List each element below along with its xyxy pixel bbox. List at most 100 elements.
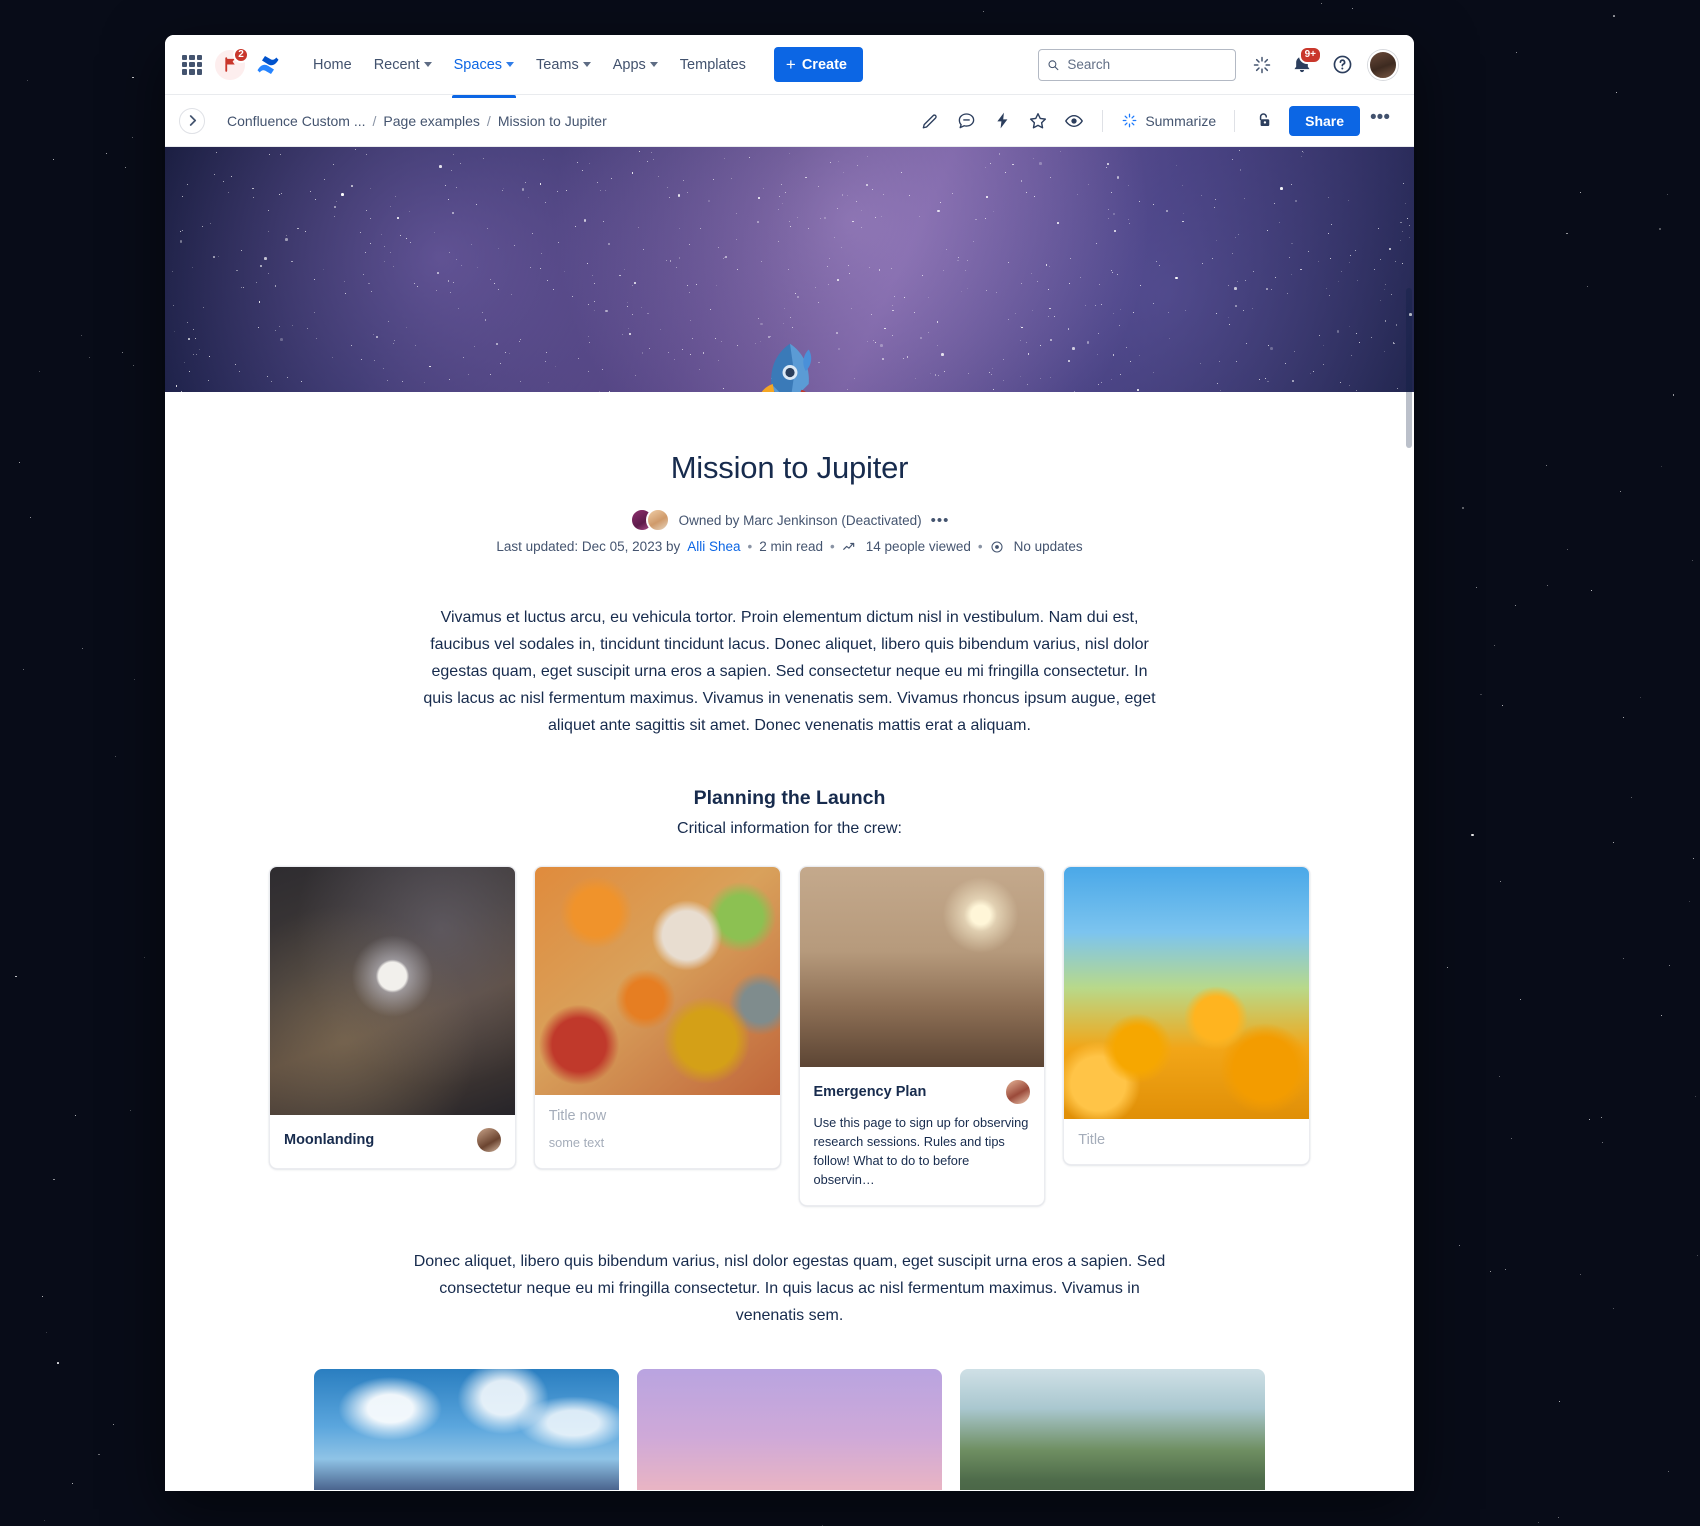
owner-more-button[interactable]: ••• xyxy=(931,512,950,529)
card-thumbnail-image xyxy=(534,867,780,1095)
list-item[interactable]: Title xyxy=(1063,866,1310,1165)
create-button-label: Create xyxy=(801,56,847,73)
updates-label: No updates xyxy=(1013,539,1083,554)
app-switcher-icon[interactable] xyxy=(181,54,203,76)
plus-icon: + xyxy=(785,55,796,74)
card-title[interactable]: Moonlanding xyxy=(284,1132,374,1148)
body-paragraph-1: Vivamus et luctus arcu, eu vehicula tort… xyxy=(423,609,1156,734)
comment-icon[interactable] xyxy=(950,105,982,137)
primary-nav-links: Home Recent Spaces Teams Apps Templates xyxy=(303,50,756,98)
page-actions: Summarize Share ••• xyxy=(914,105,1396,137)
nav-item-home-label: Home xyxy=(313,56,352,73)
page-scrollbar[interactable] xyxy=(1405,260,1414,1490)
help-circle-icon[interactable] xyxy=(1328,51,1356,79)
breadcrumb-separator: / xyxy=(486,112,491,129)
flag-icon[interactable]: 2 xyxy=(215,46,249,80)
meta-separator: • xyxy=(830,539,835,554)
list-item[interactable]: Title now some text xyxy=(533,866,781,1169)
page-title: Mission to Jupiter xyxy=(670,450,909,485)
search-icon xyxy=(1048,59,1059,70)
avatar xyxy=(476,1128,501,1152)
page-content-scroll-area: Mission to Jupiter Owned by Marc Jenkins… xyxy=(165,147,1414,1490)
global-navigation-bar: 2 Home Recent Spaces Teams Apps Template… xyxy=(165,35,1414,98)
confluence-logo-icon[interactable] xyxy=(255,52,281,78)
nav-item-recent-label: Recent xyxy=(373,56,420,73)
nav-item-home[interactable]: Home xyxy=(303,50,362,80)
read-time-label: 2 min read xyxy=(759,539,824,554)
breadcrumb: Confluence Custom ... / Page examples / … xyxy=(227,113,607,129)
card-title[interactable]: Emergency Plan xyxy=(814,1084,927,1100)
last-updated-label: Last updated: Dec 05, 2023 by xyxy=(496,539,681,554)
cover-image xyxy=(165,147,1414,392)
nav-item-recent[interactable]: Recent xyxy=(364,50,442,80)
last-updated-author-link[interactable]: Alli Shea xyxy=(687,539,740,554)
edit-pencil-icon[interactable] xyxy=(914,105,946,137)
summarize-button[interactable]: Summarize xyxy=(1115,107,1222,134)
page-card-row: Moonlanding Title now some text Emergenc… xyxy=(165,866,1414,1206)
search-box[interactable] xyxy=(1038,48,1236,81)
browser-window: 2 Home Recent Spaces Teams Apps Template… xyxy=(165,35,1414,1491)
strip-image-coastal-cliff[interactable] xyxy=(960,1369,1265,1490)
meta-separator: • xyxy=(747,539,753,554)
meta-separator: • xyxy=(977,539,983,554)
page-owner-row: Owned by Marc Jenkinson (Deactivated) ••… xyxy=(165,508,1414,532)
card-body: Moonlanding xyxy=(270,1115,515,1168)
nav-item-templates[interactable]: Templates xyxy=(670,50,756,80)
notifications-bell-icon[interactable]: 9+ xyxy=(1288,45,1322,79)
card-title[interactable]: Title now xyxy=(549,1108,606,1124)
star-favorite-icon[interactable] xyxy=(1022,105,1054,137)
automation-lightning-icon[interactable] xyxy=(986,105,1018,137)
section-subheading: Critical information for the crew: xyxy=(677,820,902,837)
expand-sidebar-button[interactable] xyxy=(179,107,205,134)
card-thumbnail-image xyxy=(270,867,515,1115)
chevron-down-icon xyxy=(649,62,658,67)
card-title-row: Title now xyxy=(549,1108,766,1124)
nav-item-apps-label: Apps xyxy=(612,56,646,73)
nav-item-teams-label: Teams xyxy=(536,56,579,73)
list-item[interactable]: Emergency Plan Use this page to sign up … xyxy=(798,866,1046,1206)
chevron-down-icon xyxy=(582,62,591,67)
profile-avatar[interactable] xyxy=(1368,49,1398,80)
breadcrumb-item-parent[interactable]: Page examples xyxy=(383,113,480,129)
breadcrumb-separator: / xyxy=(372,112,377,129)
views-label[interactable]: 14 people viewed xyxy=(866,539,971,554)
search-input[interactable] xyxy=(1067,57,1227,72)
toolbar-divider xyxy=(1234,109,1236,132)
page-metadata-row: Last updated: Dec 05, 2023 by Alli Shea … xyxy=(165,539,1414,554)
nav-item-teams[interactable]: Teams xyxy=(526,50,601,80)
breadcrumb-item-space[interactable]: Confluence Custom ... xyxy=(227,113,366,129)
unlock-padlock-icon[interactable] xyxy=(1247,105,1279,137)
strip-image-mountains[interactable] xyxy=(314,1369,619,1490)
nav-right-cluster: 9+ xyxy=(1038,45,1398,81)
list-item[interactable]: Moonlanding xyxy=(269,866,516,1169)
target-circle-icon xyxy=(990,540,1004,554)
chevron-down-icon xyxy=(423,62,432,67)
card-title-row: Title xyxy=(1078,1132,1295,1148)
watch-eye-icon[interactable] xyxy=(1058,105,1090,137)
toolbar-divider xyxy=(1102,109,1104,132)
card-thumbnail-image xyxy=(799,867,1045,1067)
document-body: Mission to Jupiter Owned by Marc Jenkins… xyxy=(165,392,1414,1490)
body-paragraph-2: Donec aliquet, libero quis bibendum vari… xyxy=(413,1253,1166,1324)
contributor-avatar-group[interactable] xyxy=(629,508,670,532)
create-button[interactable]: + Create xyxy=(773,47,863,82)
nav-item-spaces[interactable]: Spaces xyxy=(444,50,524,98)
card-title-row: Moonlanding xyxy=(284,1128,501,1152)
avatar xyxy=(645,508,670,532)
nav-item-spaces-label: Spaces xyxy=(453,56,503,73)
share-button[interactable]: Share xyxy=(1289,105,1361,136)
rocket-emoji xyxy=(744,338,836,392)
ai-sparkle-icon xyxy=(1122,113,1137,128)
image-strip xyxy=(165,1369,1414,1490)
atlassian-intelligence-icon[interactable] xyxy=(1248,51,1276,79)
card-thumbnail-image xyxy=(1064,867,1309,1119)
scrollbar-thumb[interactable] xyxy=(1406,288,1412,448)
card-body: Title xyxy=(1064,1119,1309,1164)
card-body: Title now some text xyxy=(535,1095,780,1168)
strip-image-gradient-sky[interactable] xyxy=(637,1369,942,1490)
nav-item-apps[interactable]: Apps xyxy=(603,50,668,80)
more-actions-button[interactable]: ••• xyxy=(1364,108,1396,133)
breadcrumb-item-current[interactable]: Mission to Jupiter xyxy=(498,113,607,129)
card-title[interactable]: Title xyxy=(1078,1132,1105,1148)
chevron-down-icon xyxy=(506,62,515,67)
